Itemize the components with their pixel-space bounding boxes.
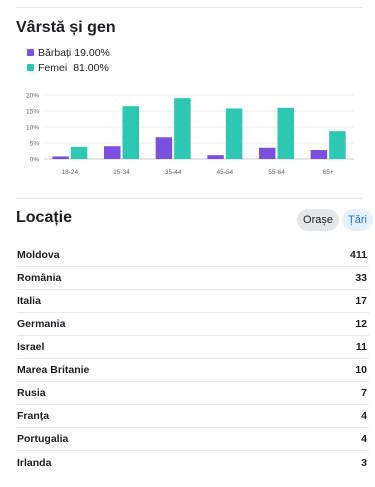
location-count: 12 xyxy=(355,318,367,330)
location-row: Marea Britanie 10 xyxy=(17,359,369,382)
location-title: Locație xyxy=(16,209,73,226)
location-row: Franța 4 xyxy=(17,405,369,428)
location-row: Moldova 411 xyxy=(17,244,369,267)
legend-value-women: 81.00% xyxy=(73,61,109,74)
legend-item-women: Femei 81.00% xyxy=(27,60,110,75)
location-row: Portugalia 4 xyxy=(17,428,369,451)
bar-men-55-64[interactable] xyxy=(259,147,276,159)
location-count: 4 xyxy=(361,410,367,422)
countries-toggle-button[interactable]: Țări xyxy=(342,209,373,231)
y-tick-label: 5% xyxy=(30,141,40,148)
bar-women-65+[interactable] xyxy=(329,131,346,159)
legend-swatch-women xyxy=(27,64,34,71)
y-tick-label: 10% xyxy=(26,125,39,132)
bar-women-55-64[interactable] xyxy=(277,107,295,159)
x-tick-label: 65+ xyxy=(323,169,334,176)
location-name: Italia xyxy=(17,295,41,307)
location-row: Irlanda 3 xyxy=(17,451,369,474)
y-tick-label: 15% xyxy=(26,109,39,116)
bar-men-18-24[interactable] xyxy=(52,156,69,159)
location-name: Irlanda xyxy=(17,456,52,469)
location-name: România xyxy=(17,272,62,284)
bar-women-25-34[interactable] xyxy=(122,106,140,159)
location-count: 11 xyxy=(355,341,367,353)
location-name: Rusia xyxy=(17,387,46,399)
location-count: 4 xyxy=(361,433,367,445)
bar-men-45-54[interactable] xyxy=(207,155,224,159)
location-count: 10 xyxy=(355,364,367,376)
location-name: Moldova xyxy=(17,249,60,261)
age-gender-bar-chart: 0% 5% 10% 15% 20% 18-24 25-34 35-44 45-54 55-64 65… xyxy=(26,93,354,176)
x-tick-label: 25-34 xyxy=(113,169,130,176)
location-count: 7 xyxy=(361,387,367,399)
legend-label-men: Bărbați xyxy=(38,46,72,59)
y-tick-label: 0% xyxy=(30,157,40,164)
bar-women-18-24[interactable] xyxy=(70,146,88,159)
bar-women-45-54[interactable] xyxy=(225,108,243,159)
location-name: Germania xyxy=(17,318,66,330)
y-tick-label: 20% xyxy=(26,93,39,100)
location-name: Israel xyxy=(17,341,45,353)
legend-item-men: Bărbați 19.00% xyxy=(27,45,110,60)
location-row: România 33 xyxy=(17,267,369,290)
location-count: 17 xyxy=(355,295,367,307)
section-divider xyxy=(16,198,363,199)
bar-men-65+[interactable] xyxy=(310,150,328,159)
location-row: Rusia 7 xyxy=(17,382,369,405)
bar-men-25-34[interactable] xyxy=(104,146,121,159)
location-name: Portugalia xyxy=(17,433,69,445)
legend-swatch-men xyxy=(27,49,34,56)
location-name: Franța xyxy=(17,410,50,422)
cities-toggle-button[interactable]: Orașe xyxy=(297,209,339,231)
location-row: Germania 12 xyxy=(17,313,369,336)
chart-legend: Bărbați 19.00% Femei 81.00% xyxy=(27,45,110,75)
top-divider xyxy=(16,7,363,8)
location-row: Italia 17 xyxy=(17,290,369,313)
bar-women-35-44[interactable] xyxy=(174,98,191,159)
legend-value-men: 19.00% xyxy=(74,46,110,59)
x-tick-label: 35-44 xyxy=(165,169,182,176)
location-row: Israel 11 xyxy=(17,336,369,359)
x-tick-label: 45-54 xyxy=(217,169,234,176)
bar-men-35-44[interactable] xyxy=(155,137,173,159)
location-count: 411 xyxy=(350,249,367,261)
age-gender-title: Vârstă și gen xyxy=(16,19,116,36)
legend-label-women: Femei xyxy=(38,61,68,74)
location-list: Moldova 411 România 33 Italia 17 Germania 12 Isr… xyxy=(17,244,369,474)
location-count: 3 xyxy=(361,456,367,469)
location-count: 33 xyxy=(355,272,367,284)
x-tick-label: 18-24 xyxy=(62,169,79,176)
location-name: Marea Britanie xyxy=(17,364,90,376)
x-tick-label: 55-64 xyxy=(268,169,285,176)
